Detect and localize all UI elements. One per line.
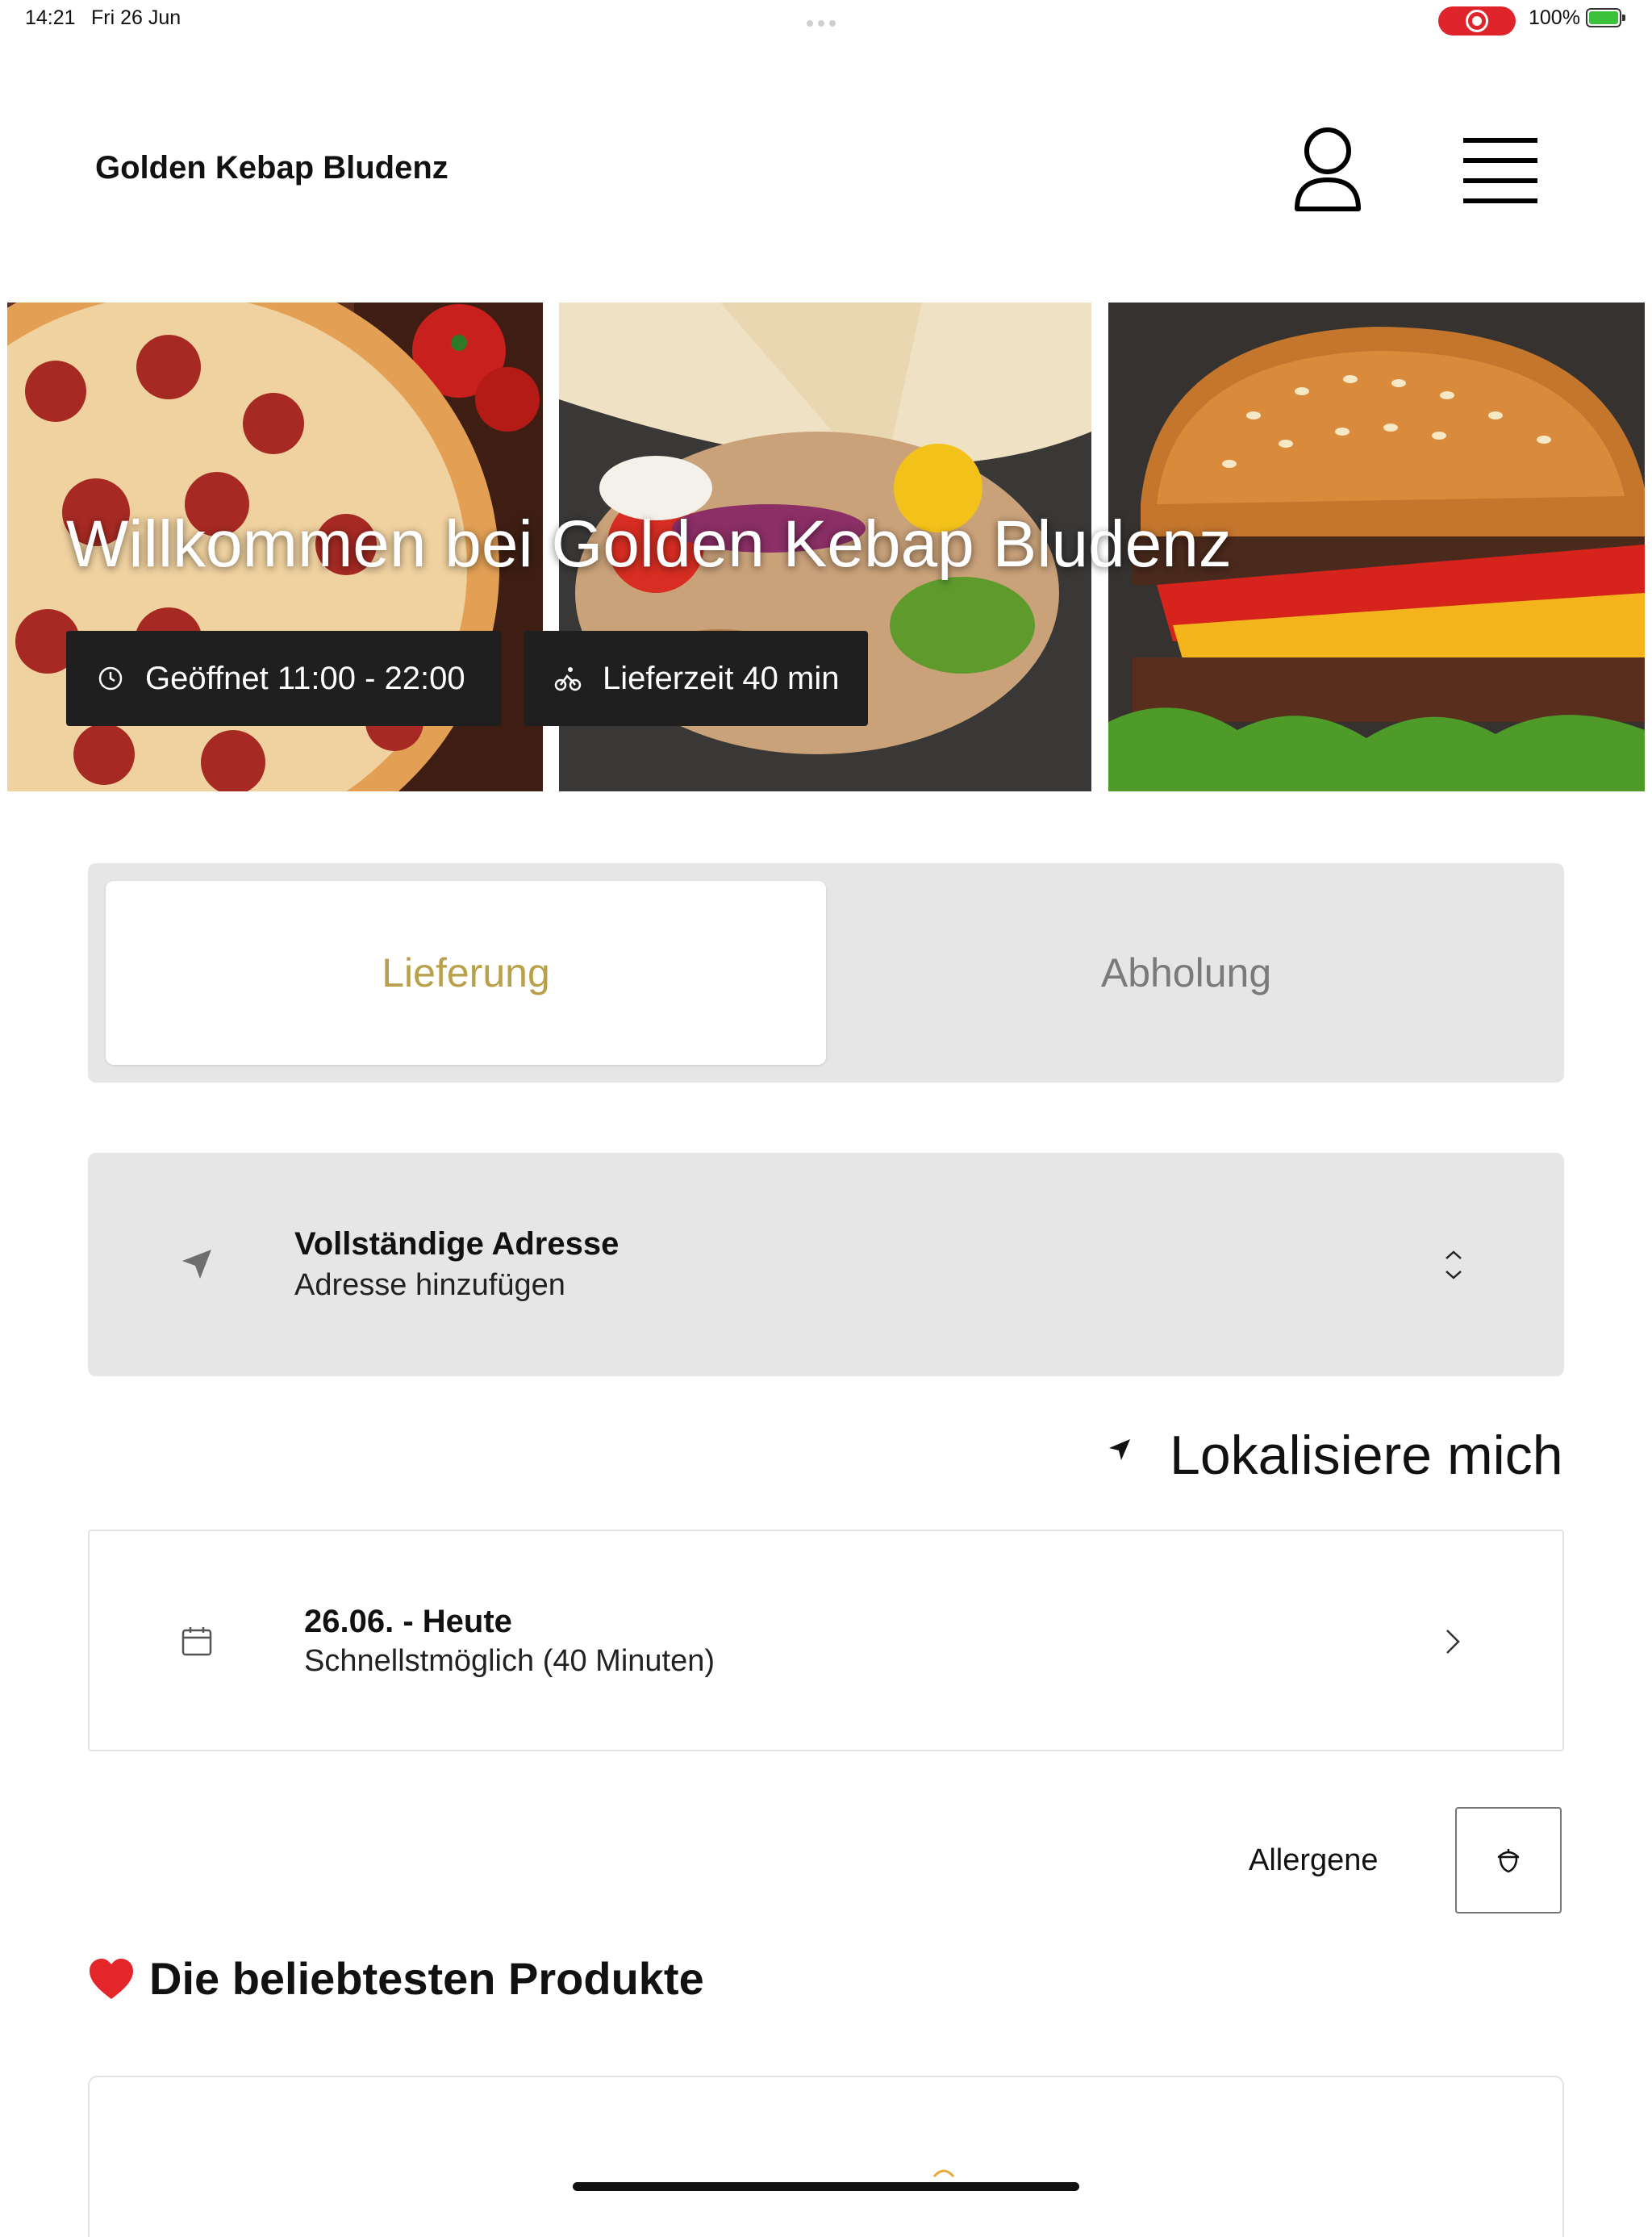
delivery-time-text: Lieferzeit 40 min — [603, 660, 840, 696]
opening-hours-text: Geöffnet 11:00 - 22:00 — [145, 660, 465, 696]
allergens-button[interactable] — [1455, 1807, 1562, 1914]
delivery-time-badge: Lieferzeit 40 min — [524, 631, 868, 726]
heart-icon — [90, 1958, 133, 1999]
location-arrow-icon — [182, 1250, 211, 1279]
battery-icon — [1586, 8, 1625, 27]
opening-hours-badge: Geöffnet 11:00 - 22:00 — [66, 631, 502, 726]
user-icon[interactable] — [1287, 125, 1368, 215]
screen-recording-icon[interactable] — [1438, 6, 1516, 35]
battery-percentage: 100% — [1529, 6, 1580, 29]
delivery-time-selector[interactable] — [88, 1530, 1564, 1751]
tab-delivery[interactable]: Lieferung — [106, 881, 826, 1065]
loading-spinner-icon — [932, 2169, 955, 2178]
acorn-icon — [1497, 1849, 1520, 1873]
address-title: Vollständige Adresse — [294, 1226, 620, 1262]
hamburger-menu-icon[interactable] — [1460, 136, 1541, 207]
popular-products-title: Die beliebtesten Produkte — [149, 1953, 704, 2004]
status-time: 14:21 — [25, 6, 76, 29]
product-card[interactable] — [88, 2076, 1564, 2237]
home-indicator[interactable] — [573, 2182, 1079, 2191]
popular-products-heading: Die beliebtesten Produkte — [88, 1952, 704, 2005]
delivery-date: 26.06. - Heute — [304, 1604, 512, 1639]
address-value: Adresse hinzufügen — [294, 1268, 565, 1302]
bicycle-courier-icon — [554, 667, 582, 691]
calendar-icon — [181, 1627, 212, 1656]
locate-me-link[interactable]: Lokalisiere mich — [1170, 1424, 1563, 1487]
hero-title: Willkommen bei Golden Kebap Bludenz — [66, 507, 1232, 581]
tab-pickup[interactable]: Abholung — [826, 881, 1546, 1065]
delivery-slot: Schnellstmöglich (40 Minuten) — [304, 1644, 715, 1678]
restaurant-name[interactable]: Golden Kebap Bludenz — [95, 150, 448, 186]
multitasking-dots-icon[interactable] — [807, 16, 841, 31]
chevron-up-down-icon — [1446, 1250, 1462, 1279]
address-selector[interactable] — [88, 1153, 1564, 1376]
allergens-label: Allergene — [1249, 1843, 1379, 1877]
clock-icon — [98, 666, 123, 691]
status-date: Fri 26 Jun — [91, 6, 181, 29]
chevron-right-icon — [1446, 1630, 1460, 1654]
location-arrow-icon[interactable] — [1108, 1438, 1132, 1462]
